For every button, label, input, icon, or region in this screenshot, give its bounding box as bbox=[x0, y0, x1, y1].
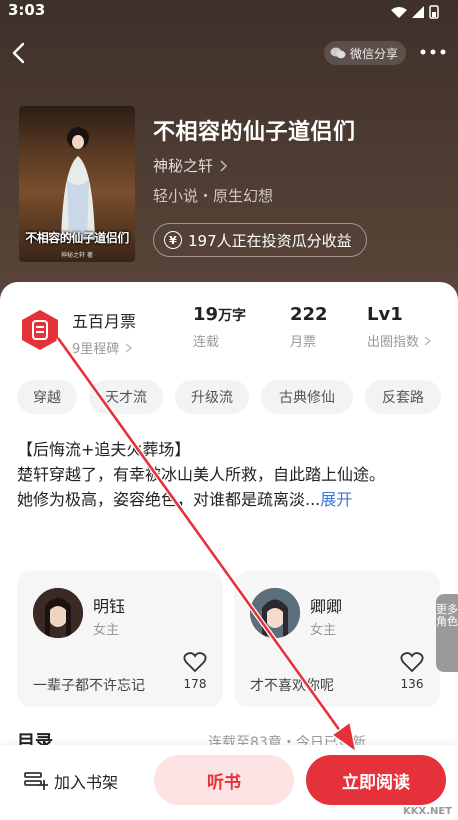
tag-item[interactable]: 反套路 bbox=[365, 380, 441, 414]
status-icons bbox=[390, 4, 446, 23]
ticket-sub-text: 9里程碑 bbox=[72, 342, 120, 357]
heart-icon[interactable] bbox=[400, 651, 424, 673]
tag-item[interactable]: 穿越 bbox=[17, 380, 77, 414]
monthly-ticket-count: 222 bbox=[290, 304, 328, 325]
bottom-action-bar: 加入书架 听书 立即阅读 KKX.NET bbox=[0, 745, 458, 820]
book-genre: 轻小说・原生幻想 bbox=[153, 187, 274, 205]
cover-title: 不相容的仙子道侣们 bbox=[25, 231, 129, 245]
author-name: 神秘之轩 bbox=[153, 157, 214, 175]
like-count: 136 bbox=[400, 677, 424, 691]
popularity-index-stat[interactable]: Lv1 出圈指数 bbox=[367, 304, 434, 350]
monthly-ticket-label: 月票 bbox=[290, 335, 317, 350]
desc-line-last: 她修为极高，姿容绝色，对谁都是疏离淡...展开 bbox=[17, 487, 447, 512]
wechat-icon bbox=[330, 47, 346, 59]
wechat-share-button[interactable]: 微信分享 bbox=[323, 41, 406, 65]
read-now-button[interactable]: 立即阅读 bbox=[306, 755, 446, 805]
character-avatar bbox=[33, 588, 83, 638]
character-card[interactable]: 卿卿 女主 136 才不喜欢你呢 bbox=[234, 571, 440, 707]
character-avatar bbox=[250, 588, 300, 638]
chevron-right-icon bbox=[220, 159, 228, 172]
more-icon[interactable] bbox=[416, 40, 450, 64]
bookshelf-add-icon bbox=[24, 772, 48, 790]
word-count-unit: 万字 bbox=[218, 308, 247, 324]
book-description[interactable]: 【后悔流+追夫火葬场】 楚轩穿越了，有幸被冰山美人所救，自此踏上仙途。 她修为极… bbox=[17, 437, 447, 512]
character-quote: 才不喜欢你呢 bbox=[250, 678, 334, 694]
cover-figure-illustration bbox=[61, 127, 95, 240]
popularity-label-text: 出圈指数 bbox=[367, 335, 420, 350]
character-role: 女主 bbox=[310, 623, 337, 638]
word-status: 连载 bbox=[193, 335, 220, 350]
listen-button[interactable]: 听书 bbox=[154, 755, 294, 805]
monthly-ticket-stat: 222 月票 bbox=[290, 304, 328, 350]
share-label: 微信分享 bbox=[349, 46, 398, 61]
desc-line: 楚轩穿越了，有幸被冰山美人所救，自此踏上仙途。 bbox=[17, 465, 386, 484]
ticket-sub: 9里程碑 bbox=[72, 338, 136, 357]
cover-author: 神秘之轩 著 bbox=[61, 252, 93, 259]
status-time: 3:03 bbox=[8, 1, 46, 19]
nav-bar: 微信分享 bbox=[0, 34, 458, 74]
popularity-label: 出圈指数 bbox=[367, 331, 434, 350]
word-count-stat: 19万字 连载 bbox=[193, 304, 246, 350]
popularity-level: Lv1 bbox=[367, 304, 403, 325]
back-icon[interactable] bbox=[6, 38, 32, 68]
character-card[interactable]: 明钰 女主 178 一辈子都不许忘记 bbox=[17, 571, 223, 707]
expand-link[interactable]: 展开 bbox=[320, 490, 352, 509]
character-name: 卿卿 bbox=[310, 597, 343, 616]
chevron-right-icon bbox=[424, 335, 432, 346]
tag-item[interactable]: 古典修仙 bbox=[261, 380, 353, 414]
monthly-ticket-milestone[interactable]: 五百月票 9里程碑 bbox=[72, 308, 136, 357]
tag-list: 穿越 天才流 升级流 古典修仙 反套路 bbox=[17, 380, 453, 414]
tag-item[interactable]: 天才流 bbox=[89, 380, 163, 414]
author-link[interactable]: 神秘之轩 bbox=[153, 155, 231, 176]
character-name: 明钰 bbox=[93, 597, 126, 616]
monthly-ticket-badge-icon bbox=[18, 308, 62, 352]
chevron-right-icon bbox=[125, 342, 133, 353]
character-quote: 一辈子都不许忘记 bbox=[33, 678, 145, 694]
invest-text: 197人正在投资瓜分收益 bbox=[188, 231, 352, 250]
character-role: 女主 bbox=[93, 623, 120, 638]
watermark: KKX.NET bbox=[402, 806, 452, 817]
shelf-label: 加入书架 bbox=[54, 773, 119, 792]
book-cover[interactable]: 不相容的仙子道侣们 神秘之轩 著 bbox=[19, 106, 135, 262]
desc-line-text: 她修为极高，姿容绝色，对谁都是疏离淡... bbox=[17, 490, 321, 509]
invest-button[interactable]: ¥ 197人正在投资瓜分收益 bbox=[153, 223, 367, 257]
desc-line: 【后悔流+追夫火葬场】 bbox=[17, 440, 191, 459]
like-count: 178 bbox=[183, 677, 207, 691]
status-bar: 3:03 bbox=[0, 0, 458, 22]
book-title: 不相容的仙子道侣们 bbox=[153, 120, 356, 145]
heart-icon[interactable] bbox=[183, 651, 207, 673]
yen-coin-icon: ¥ bbox=[164, 231, 182, 249]
add-to-shelf-button[interactable]: 加入书架 bbox=[24, 769, 118, 793]
word-count: 19 bbox=[193, 304, 219, 325]
more-roles-tab[interactable]: 更多角色 bbox=[436, 594, 458, 672]
tag-item[interactable]: 升级流 bbox=[175, 380, 249, 414]
ticket-title: 五百月票 bbox=[72, 312, 137, 331]
